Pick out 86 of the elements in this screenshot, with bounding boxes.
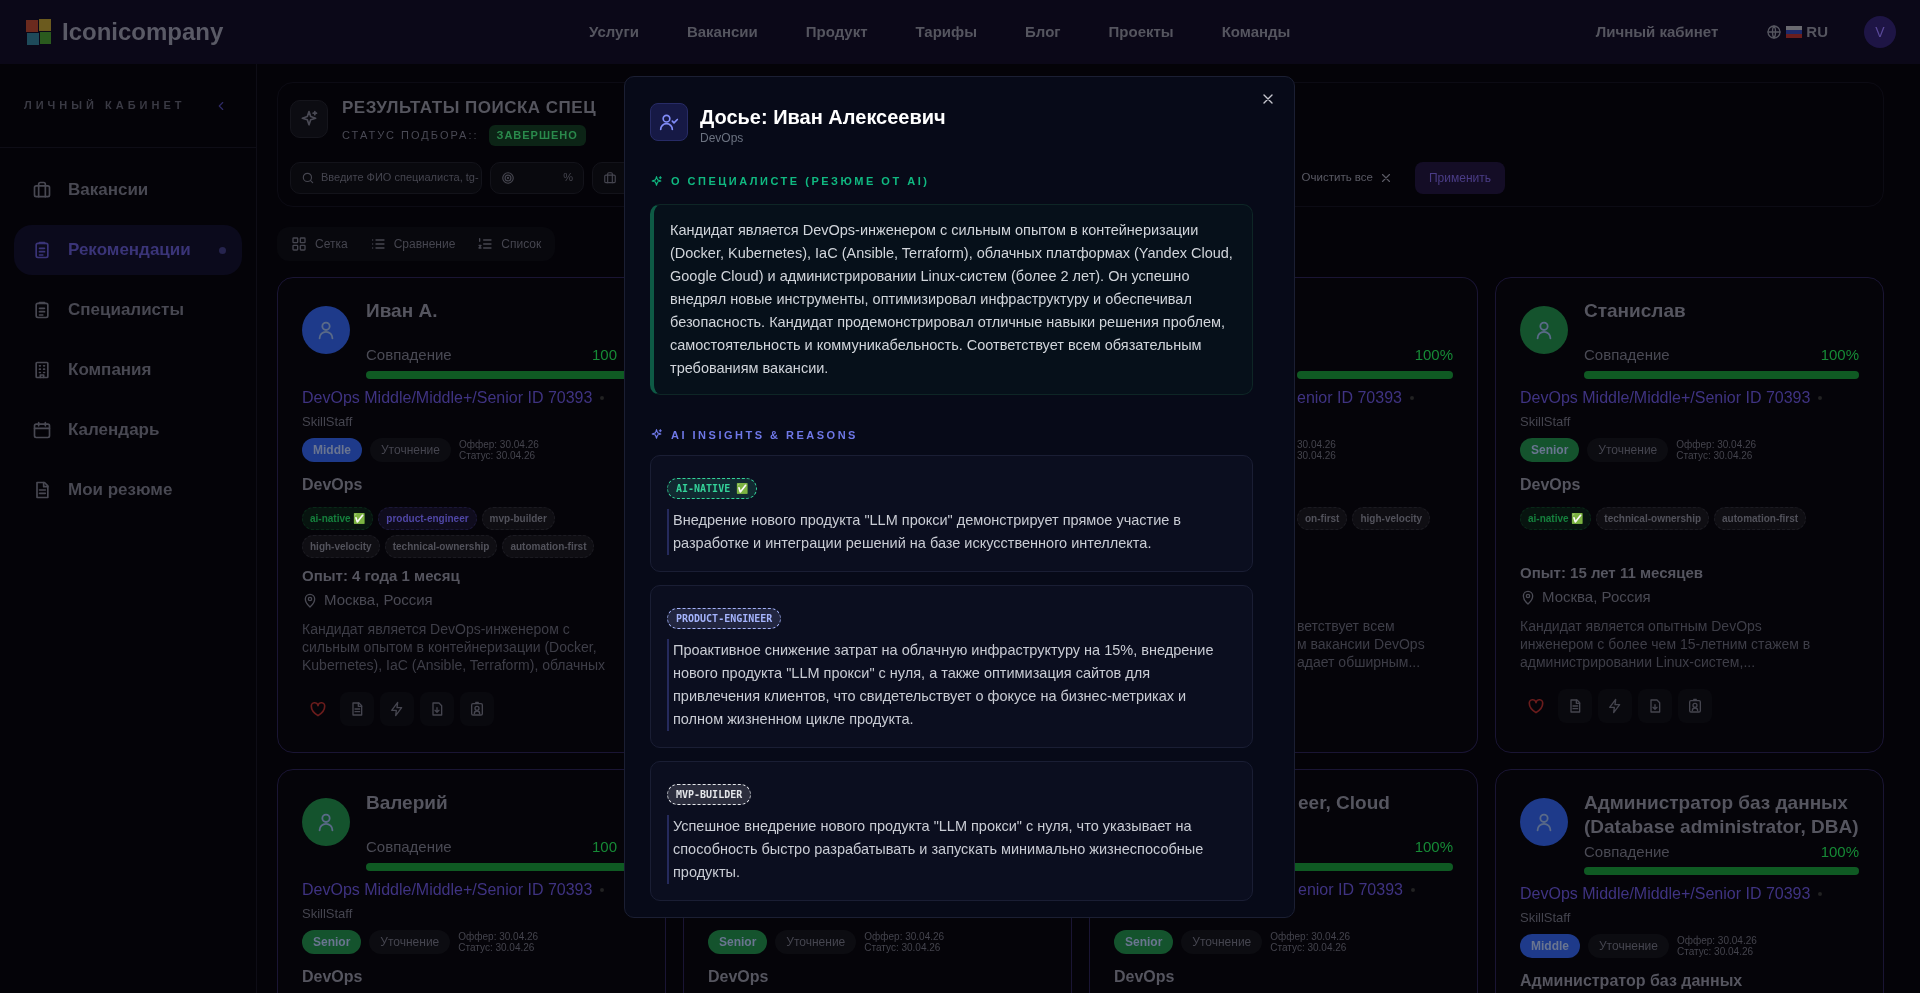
company-name: SkillStaff: [302, 904, 353, 923]
summary-text: адает обширным...: [1297, 652, 1421, 671]
specialty-text: DevOps: [708, 966, 769, 987]
experience-text: Опыт: 4 года 1 месяц: [302, 566, 460, 584]
match-value: 100%: [1414, 345, 1453, 365]
grade-badge: Senior: [1520, 437, 1580, 462]
skill-tag: mvp-builder: [481, 506, 555, 530]
summary-text: м вакансии DevOps: [1297, 634, 1425, 653]
experience-text: Опыт: 15 лет 11 месяцев: [1520, 563, 1704, 581]
page-title: РЕЗУЛЬТАТЫ ПОИСКА СПЕЦ: [342, 97, 597, 119]
match-value: 100%: [1820, 841, 1859, 862]
skill-tag: high-velocity: [1352, 506, 1431, 530]
skill-tag: technical-ownership: [1596, 506, 1710, 530]
match-label: Совпадение: [366, 837, 452, 857]
date-text: Оффер: 30.04.26: [458, 438, 539, 450]
section-heading: AI INSIGHTS & REASONS: [671, 427, 858, 443]
date-text: 30.04.26: [1297, 449, 1336, 461]
summary-text: Кандидат является опытным DevOps инженером с более чем 15-летним стажем в администрировании Linux-систем,...: [1520, 616, 1812, 671]
insight-tag: PRODUCT-ENGINEER: [667, 608, 782, 629]
skill-tag: high-velocity: [302, 534, 380, 558]
skill-tag: ai-native ✅: [1520, 506, 1592, 530]
dialog-title: Досье: Иван Алексеевич: [700, 105, 946, 129]
date-text: Статус: 30.04.26: [458, 941, 536, 953]
grade-badge: Middle: [1520, 934, 1580, 958]
candidate-name: Администратор баз данных (Database administrator, DBA): [1584, 790, 1859, 839]
specialty-text: DevOps: [1114, 966, 1175, 987]
grade-badge: Senior: [708, 929, 768, 954]
summary-text: Кандидат является DevOps-инженером с сильным опытом в контейнеризации (Docker, Kubernetes), IaC (Ansible, Terraform), облачных платформах (Yandex Cloud, Google Cloud) и администрировании Linux-систем (более 2 лет). Он успешно внедрял новые инструменты, оптимизировал инфраструктуру и обеспечивал безопасность. Кандидат продемонстрировал отличные навыки решения проблем, самостоятельность и коммуникабельность. Соответствует всем обязательным требованиям вакансии.: [670, 220, 1234, 378]
grade-badge: Middle: [302, 437, 362, 462]
status-badge: ЗАВЕРШЕНО: [488, 125, 586, 146]
skill-tag: on-first: [1297, 506, 1348, 530]
date-text: Статус: 30.04.26: [1270, 941, 1348, 953]
date-text: Оффер: 30.04.26: [1676, 438, 1757, 450]
status-label: СТАТУС ПОДБОРА::: [342, 128, 479, 143]
match-label: Совпадение: [1584, 345, 1670, 365]
date-text: Оффер: 30.04.26: [458, 930, 539, 942]
insight-text: Проактивное снижение затрат на облачную инфраструктуру на 15%, внедрение нового продукта "LLM прокси" с нуля, а также оптимизация сайтов для привлечения клиентов, что свидетельствует о фокусе на бизнес-метриках и полном жизненном цикле продукта.: [667, 639, 1236, 731]
match-value: 100: [591, 837, 617, 857]
grade-badge: Senior: [1114, 929, 1174, 954]
date-text: Статус: 30.04.26: [1676, 946, 1755, 957]
skill-tag: technical-ownership: [384, 534, 498, 558]
dialog-subtitle: DevOps: [700, 130, 745, 147]
sidebar-title: ЛИЧНЫЙ КАБИНЕТ: [24, 98, 186, 114]
insight-tag: MVP-BUILDER: [667, 784, 752, 805]
date-text: Статус: 30.04.26: [864, 941, 942, 953]
candidate-name: Станислав: [1584, 298, 1687, 323]
date-text: Оффер: 30.04.26: [1676, 935, 1757, 946]
insight-text: Внедрение нового продукта "LLM прокси" демонстрирует прямое участие в разработке и интеграции решений на базе искусственного интеллекта.: [667, 509, 1236, 555]
location-text: Москва, Россия: [1542, 587, 1651, 608]
match-value: 100: [591, 345, 617, 365]
skill-tag: product-engineer: [378, 506, 477, 530]
company-name: SkillStaff: [302, 412, 353, 431]
skill-tag: automation-first: [502, 534, 595, 558]
specialty-text: DevOps: [302, 474, 363, 495]
specialty-text: DevOps: [302, 966, 363, 987]
status-badge: Уточнение: [1588, 934, 1669, 958]
status-badge: Уточнение: [369, 929, 451, 954]
match-label: Совпадение: [1584, 841, 1670, 862]
candidate-name: Валерий: [366, 790, 449, 815]
insight-tag: AI-NATIVE ✅: [667, 478, 758, 499]
grade-badge: Senior: [302, 929, 362, 954]
company-name: SkillStaff: [1520, 412, 1571, 431]
skill-tag: ai-native ✅: [302, 506, 374, 530]
match-label: Совпадение: [366, 345, 452, 365]
date-text: 30.04.26: [1297, 438, 1336, 450]
status-badge: Уточнение: [370, 437, 451, 462]
date-text: Статус: 30.04.26: [1676, 449, 1754, 461]
candidate-name: Иван А.: [366, 298, 439, 323]
status-badge: Уточнение: [1181, 929, 1263, 954]
match-value: 100%: [1820, 345, 1859, 365]
summary-text: Кандидат является DevOps-инженером с сильным опытом в контейнеризации (Docker, Kubernetes), IaC (Ansible, Terraform), облачных: [302, 619, 607, 674]
status-badge: Уточнение: [775, 929, 857, 954]
location-text: Москва, Россия: [324, 590, 433, 611]
section-heading: О СПЕЦИАЛИСТЕ (РЕЗЮМЕ ОТ AI): [671, 174, 930, 189]
company-name: SkillStaff: [1520, 909, 1571, 928]
match-value: 100%: [1414, 837, 1453, 857]
skill-tag: automation-first: [1714, 506, 1807, 530]
status-badge: Уточнение: [1587, 437, 1669, 462]
date-text: Оффер: 30.04.26: [864, 930, 945, 942]
candidate-name: eer, Cloud: [1298, 790, 1390, 815]
specialty-text: Администратор баз данных: [1520, 971, 1743, 991]
date-text: Оффер: 30.04.26: [1270, 930, 1351, 942]
specialty-text: DevOps: [1520, 474, 1581, 495]
date-text: Статус: 30.04.26: [458, 449, 537, 461]
insight-text: Успешное внедрение нового продукта "LLM прокси" с нуля, что указывает на способность быстро разрабатывать и запускать минимально жизнеспособные продукты.: [667, 815, 1236, 884]
summary-text: ветствует всем: [1297, 616, 1395, 635]
